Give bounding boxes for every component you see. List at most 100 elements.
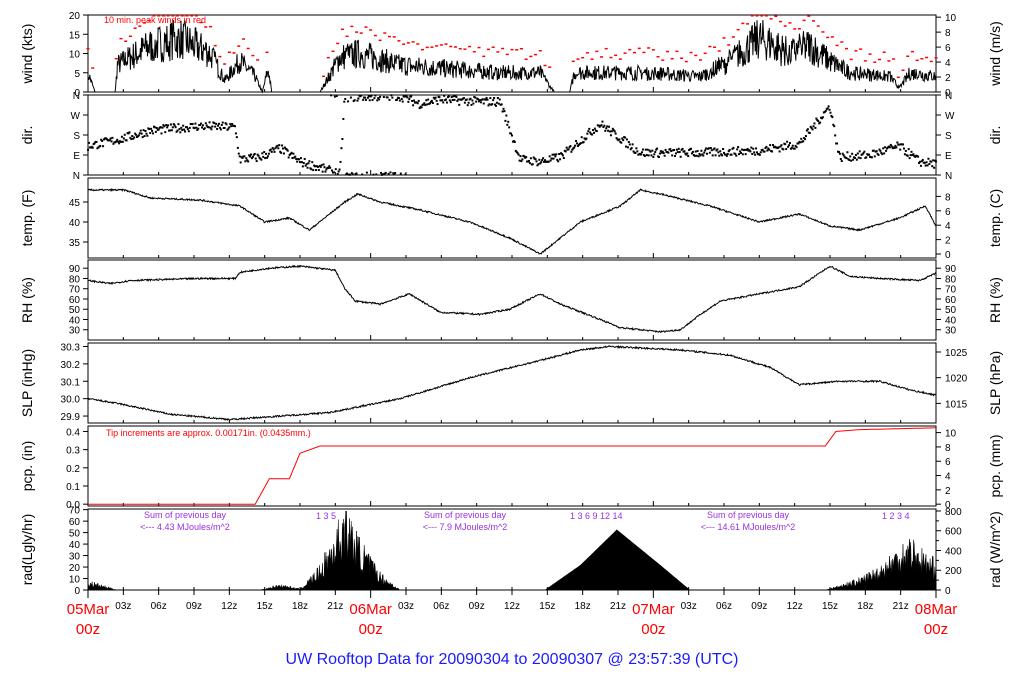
dir-point — [123, 133, 126, 136]
dir-point — [495, 101, 498, 104]
ytick-dir-label: N — [73, 91, 80, 102]
dir-point — [99, 144, 102, 147]
dir-point — [907, 148, 910, 151]
rh-line — [87, 264, 937, 333]
dir-point — [716, 148, 719, 151]
ytick-rad-right-label: 0 — [945, 586, 951, 597]
dir-point — [388, 98, 391, 101]
dir-point — [139, 129, 142, 132]
dir-point — [170, 129, 173, 132]
dir-point — [691, 150, 694, 153]
dir-point — [462, 97, 465, 100]
ytick-wind-label: 10 — [69, 50, 81, 61]
dir-point — [833, 125, 836, 128]
dir-point — [320, 164, 323, 167]
dir-point — [260, 158, 263, 161]
dir-point — [407, 100, 410, 103]
dir-point — [802, 140, 805, 143]
dir-point — [455, 95, 458, 98]
ytick-rad-label: 10 — [69, 575, 81, 586]
dir-point — [355, 172, 358, 175]
xtick-label: 21z — [610, 601, 626, 612]
dir-point — [151, 129, 154, 132]
dir-point — [582, 141, 585, 144]
dir-point — [497, 102, 500, 105]
dir-point — [721, 154, 724, 157]
xtick-label: 12z — [787, 601, 803, 612]
dir-point — [236, 146, 239, 149]
dir-point — [223, 126, 226, 129]
dir-point — [357, 97, 360, 100]
dir-point — [494, 104, 497, 107]
dir-point — [180, 126, 183, 129]
dir-point — [435, 99, 438, 102]
dir-point — [562, 157, 565, 160]
dir-point — [408, 98, 411, 101]
dir-point — [610, 130, 613, 133]
dir-point — [306, 166, 309, 169]
dir-point — [697, 155, 700, 158]
ytick-rad-label: 70 — [69, 506, 81, 517]
dir-point — [282, 147, 285, 150]
dir-point — [295, 158, 298, 161]
dir-point — [365, 171, 368, 174]
dir-point — [908, 157, 911, 160]
dir-point — [353, 99, 356, 102]
dir-point — [703, 151, 706, 154]
dir-point — [662, 152, 665, 155]
dir-point — [135, 133, 138, 136]
dir-point — [737, 146, 740, 149]
dir-point — [673, 149, 676, 152]
dir-point — [477, 98, 480, 101]
dir-point — [351, 173, 354, 176]
dir-point — [213, 122, 216, 125]
dir-point — [91, 146, 94, 149]
dir-point — [718, 154, 721, 157]
dir-point — [195, 126, 198, 129]
xtick-label: 21z — [327, 601, 343, 612]
dir-point — [670, 150, 673, 153]
ytick-right-slp-label: 1015 — [945, 399, 968, 410]
ytick-dir-right-label: W — [945, 111, 955, 122]
dir-point — [690, 147, 693, 150]
dir-point — [595, 130, 598, 133]
dir-point — [763, 150, 766, 153]
dir-point — [640, 153, 643, 156]
dir-point — [550, 157, 553, 160]
dir-point — [469, 97, 472, 100]
dir-point — [493, 97, 496, 100]
dir-point — [168, 129, 171, 132]
dir-point — [669, 148, 672, 151]
dir-point — [154, 130, 157, 133]
dir-point — [888, 146, 891, 149]
dir-point — [740, 148, 743, 151]
dir-point — [839, 158, 842, 161]
dir-point — [217, 122, 220, 125]
dir-point — [361, 173, 364, 176]
dir-point — [618, 138, 621, 141]
dir-point — [475, 100, 478, 103]
dir-point — [576, 142, 579, 145]
dir-point — [510, 132, 513, 135]
dir-point — [694, 150, 697, 153]
dir-point — [344, 97, 347, 100]
xtick-label: 18z — [292, 601, 308, 612]
dir-point — [613, 130, 616, 133]
dir-point — [592, 129, 595, 132]
dir-point — [131, 134, 134, 137]
ytick-right-pcp-label: 4 — [945, 472, 951, 483]
dir-point — [702, 154, 705, 157]
dir-point — [133, 136, 136, 139]
dir-point — [387, 172, 390, 175]
dir-point — [143, 135, 146, 138]
ytick-right-temp-label: 0 — [945, 250, 951, 261]
dir-point — [486, 98, 489, 101]
dir-point — [381, 173, 384, 176]
dir-point — [376, 99, 379, 102]
dir-point — [391, 96, 394, 99]
dir-point — [708, 151, 711, 154]
ytick-right-temp-label: 2 — [945, 236, 951, 247]
dir-point — [489, 97, 492, 100]
dir-point — [585, 137, 588, 140]
ytick-right-rh-label: 70 — [945, 285, 957, 296]
